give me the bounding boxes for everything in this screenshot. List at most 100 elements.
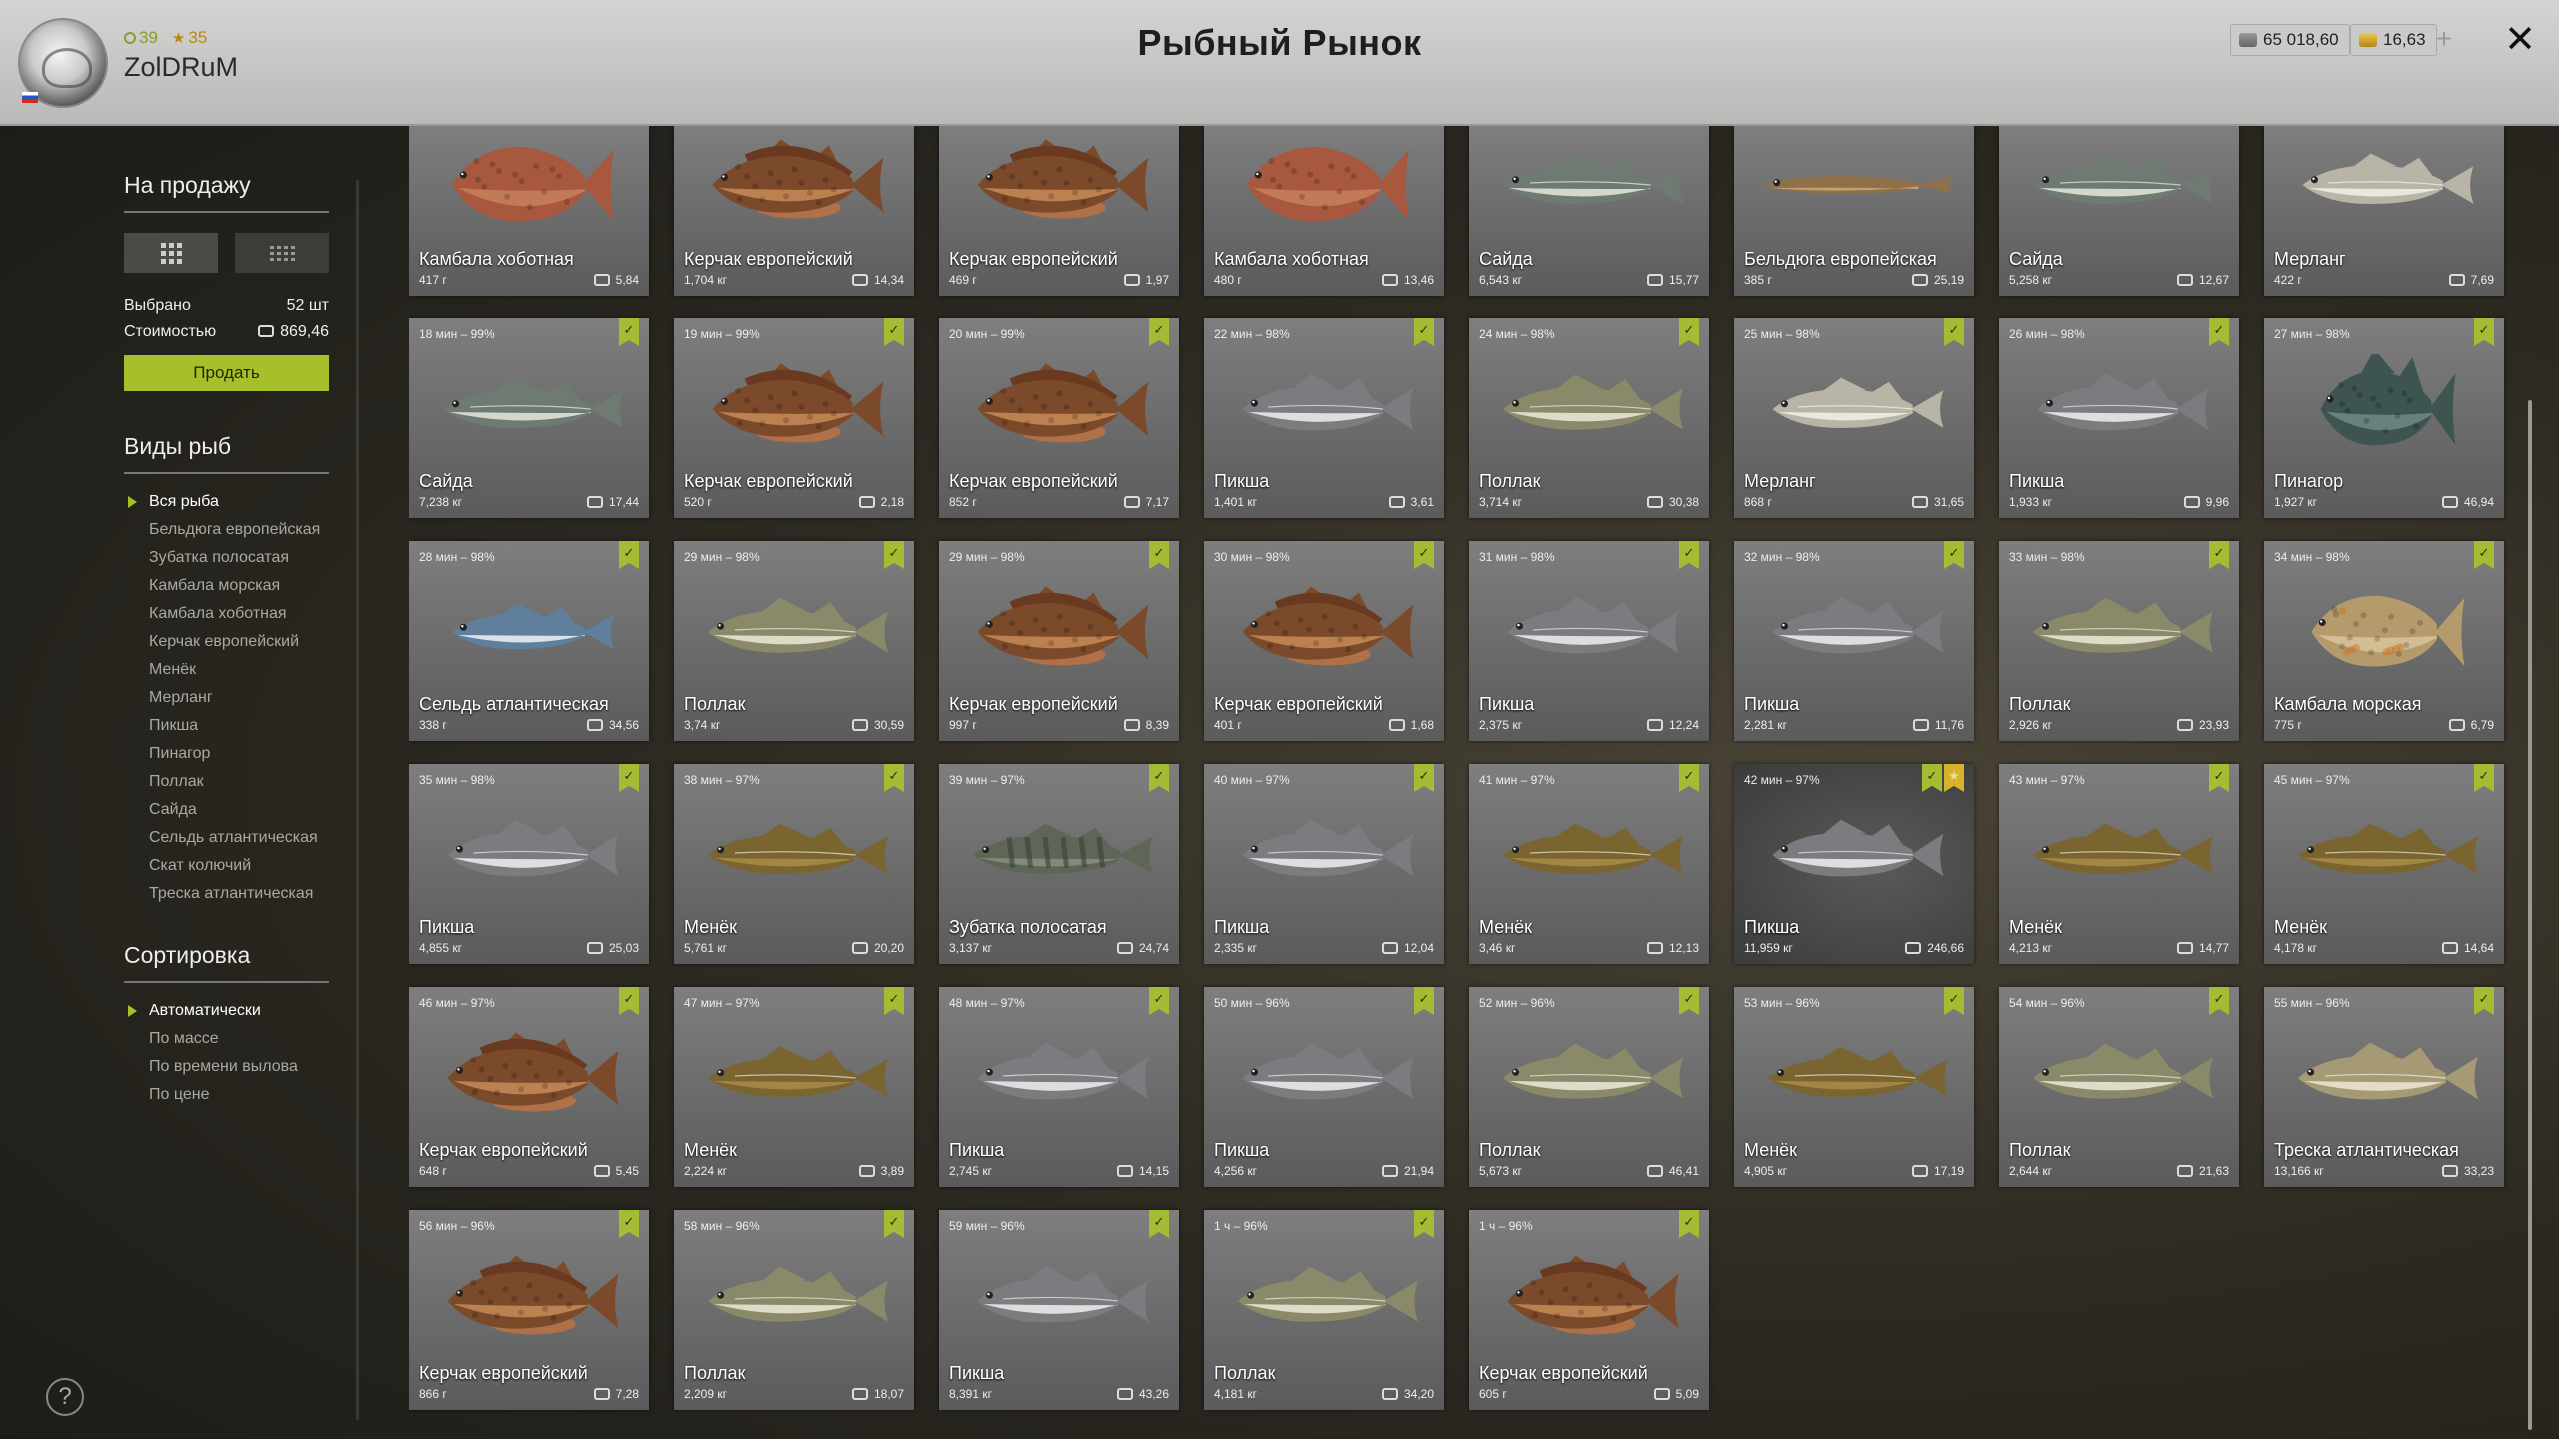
selected-check-icon[interactable]: ✓	[619, 1210, 639, 1238]
selected-check-icon[interactable]: ✓	[884, 987, 904, 1015]
fish-card[interactable]: 41 мин – 97% ✓ Менёк 3,46 кг 12,13	[1469, 764, 1709, 964]
fish-card[interactable]: 45 мин – 97% ✓ Менёк 4,178 кг 14,64	[2264, 764, 2504, 964]
fish-card[interactable]: 22 мин – 98% ✓ Пикша 1,401 кг 3,61	[1204, 318, 1444, 518]
large-grid-view-button[interactable]	[124, 233, 218, 273]
fish-card[interactable]: 24 мин – 98% ✓ Поллак 3,714 кг 30,38	[1469, 318, 1709, 518]
fish-card[interactable]: Мерланг 422 г 7,69	[2264, 126, 2504, 296]
fish-card[interactable]: 1 ч – 96% ✓ Керчак европейский 605 г 5,09	[1469, 1210, 1709, 1410]
selected-check-icon[interactable]: ✓	[1944, 987, 1964, 1015]
fish-card[interactable]: 29 мин – 98% ✓ Поллак 3,74 кг 30,59	[674, 541, 914, 741]
fish-card[interactable]: 26 мин – 98% ✓ Пикша 1,933 кг 9,96	[1999, 318, 2239, 518]
help-button[interactable]: ?	[46, 1378, 84, 1416]
fish-card[interactable]: 35 мин – 98% ✓ Пикша 4,855 кг 25,03	[409, 764, 649, 964]
fish-card[interactable]: 40 мин – 97% ✓ Пикша 2,335 кг 12,04	[1204, 764, 1444, 964]
fish-card[interactable]: 48 мин – 97% ✓ Пикша 2,745 кг 14,15	[939, 987, 1179, 1187]
fish-card[interactable]: 59 мин – 96% ✓ Пикша 8,391 кг 43,26	[939, 1210, 1179, 1410]
fish-card[interactable]: 28 мин – 98% ✓ Сельдь атлантическая 338 г 34…	[409, 541, 649, 741]
selected-check-icon[interactable]: ✓	[1149, 764, 1169, 792]
species-filter-item[interactable]: Пикша	[124, 712, 329, 740]
fish-card[interactable]: 30 мин – 98% ✓ Керчак европейский 401 г 1,68	[1204, 541, 1444, 741]
fish-card[interactable]: 33 мин – 98% ✓ Поллак 2,926 кг 23,93	[1999, 541, 2239, 741]
species-filter-item[interactable]: Зубатка полосатая	[124, 544, 329, 572]
selected-check-icon[interactable]: ✓	[2474, 318, 2494, 346]
scrollbar[interactable]	[2528, 400, 2532, 1430]
sort-option-item[interactable]: По времени вылова	[124, 1053, 329, 1081]
selected-check-icon[interactable]: ✓	[1679, 318, 1699, 346]
selected-check-icon[interactable]: ✓	[1414, 541, 1434, 569]
fish-card[interactable]: 25 мин – 98% ✓ Мерланг 868 г 31,65	[1734, 318, 1974, 518]
species-filter-item[interactable]: Сельдь атлантическая	[124, 824, 329, 852]
sort-option-item[interactable]: По массе	[124, 1025, 329, 1053]
selected-check-icon[interactable]: ✓	[1944, 541, 1964, 569]
fish-card[interactable]: 50 мин – 96% ✓ Пикша 4,256 кг 21,94	[1204, 987, 1444, 1187]
fish-card[interactable]: 43 мин – 97% ✓ Менёк 4,213 кг 14,77	[1999, 764, 2239, 964]
fish-card[interactable]: 18 мин – 99% ✓ Сайда 7,238 кг 17,44	[409, 318, 649, 518]
selected-check-icon[interactable]: ✓	[2209, 318, 2229, 346]
fish-card[interactable]: 29 мин – 98% ✓ Керчак европейский 997 г 8,39	[939, 541, 1179, 741]
fish-card[interactable]: 58 мин – 96% ✓ Поллак 2,209 кг 18,07	[674, 1210, 914, 1410]
species-filter-item[interactable]: Камбала морская	[124, 572, 329, 600]
selected-check-icon[interactable]: ✓	[619, 318, 639, 346]
species-filter-item[interactable]: Поллак	[124, 768, 329, 796]
fish-card[interactable]: Сайда 6,543 кг 15,77	[1469, 126, 1709, 296]
selected-check-icon[interactable]: ✓	[1922, 764, 1942, 792]
fish-card[interactable]: 42 мин – 97% ✓ ★ Пикша 11,959 кг 246,66	[1734, 764, 1974, 964]
fish-card[interactable]: Камбала хоботная 417 г 5,84	[409, 126, 649, 296]
selected-check-icon[interactable]: ✓	[1414, 987, 1434, 1015]
fish-card[interactable]: 38 мин – 97% ✓ Менёк 5,761 кг 20,20	[674, 764, 914, 964]
fish-card[interactable]: 46 мин – 97% ✓ Керчак европейский 648 г 5,45	[409, 987, 649, 1187]
selected-check-icon[interactable]: ✓	[1679, 541, 1699, 569]
selected-check-icon[interactable]: ✓	[1414, 764, 1434, 792]
small-grid-view-button[interactable]	[235, 233, 329, 273]
add-gold-button[interactable]: +	[2430, 24, 2458, 56]
fish-card[interactable]: 47 мин – 97% ✓ Менёк 2,224 кг 3,89	[674, 987, 914, 1187]
species-filter-item[interactable]: Сайда	[124, 796, 329, 824]
selected-check-icon[interactable]: ✓	[1414, 318, 1434, 346]
sell-button[interactable]: Продать	[124, 355, 329, 391]
fish-card[interactable]: 39 мин – 97% ✓ Зубатка полосатая 3,137 кг 24…	[939, 764, 1179, 964]
fish-card[interactable]: Бельдюга европейская 385 г 25,19	[1734, 126, 1974, 296]
fish-card[interactable]: Камбала хоботная 480 г 13,46	[1204, 126, 1444, 296]
species-filter-item[interactable]: Керчак европейский	[124, 628, 329, 656]
selected-check-icon[interactable]: ✓	[1679, 987, 1699, 1015]
fish-card[interactable]: Сайда 5,258 кг 12,67	[1999, 126, 2239, 296]
selected-check-icon[interactable]: ✓	[884, 764, 904, 792]
fish-card[interactable]: 32 мин – 98% ✓ Пикша 2,281 кг 11,76	[1734, 541, 1974, 741]
selected-check-icon[interactable]: ✓	[1679, 1210, 1699, 1238]
selected-check-icon[interactable]: ✓	[619, 764, 639, 792]
fish-card[interactable]: 54 мин – 96% ✓ Поллак 2,644 кг 21,63	[1999, 987, 2239, 1187]
selected-check-icon[interactable]: ✓	[884, 541, 904, 569]
selected-check-icon[interactable]: ✓	[1149, 1210, 1169, 1238]
fish-card[interactable]: 19 мин – 99% ✓ Керчак европейский 520 г 2,18	[674, 318, 914, 518]
species-filter-item[interactable]: Бельдюга европейская	[124, 516, 329, 544]
sort-option-item[interactable]: Автоматически	[124, 997, 329, 1025]
fish-card[interactable]: 27 мин – 98% ✓ Пинагор 1,927 кг 46,94	[2264, 318, 2504, 518]
fish-card[interactable]: 20 мин – 99% ✓ Керчак европейский 852 г 7,17	[939, 318, 1179, 518]
species-filter-item[interactable]: Треска атлантическая	[124, 880, 329, 908]
fish-card[interactable]: 53 мин – 96% ✓ Менёк 4,905 кг 17,19	[1734, 987, 1974, 1187]
fish-card[interactable]: Керчак европейский 469 г 1,97	[939, 126, 1179, 296]
selected-check-icon[interactable]: ✓	[619, 987, 639, 1015]
selected-check-icon[interactable]: ✓	[2474, 987, 2494, 1015]
selected-check-icon[interactable]: ✓	[1149, 987, 1169, 1015]
selected-check-icon[interactable]: ✓	[2474, 764, 2494, 792]
selected-check-icon[interactable]: ✓	[2209, 764, 2229, 792]
fish-card[interactable]: 56 мин – 96% ✓ Керчак европейский 866 г 7,28	[409, 1210, 649, 1410]
sort-option-item[interactable]: По цене	[124, 1081, 329, 1109]
species-filter-item[interactable]: Вся рыба	[124, 488, 329, 516]
selected-check-icon[interactable]: ✓	[2209, 541, 2229, 569]
selected-check-icon[interactable]: ✓	[2474, 541, 2494, 569]
species-filter-item[interactable]: Скат колючий	[124, 852, 329, 880]
species-filter-item[interactable]: Менёк	[124, 656, 329, 684]
selected-check-icon[interactable]: ✓	[1679, 764, 1699, 792]
selected-check-icon[interactable]: ✓	[884, 318, 904, 346]
selected-check-icon[interactable]: ✓	[884, 1210, 904, 1238]
selected-check-icon[interactable]: ✓	[619, 541, 639, 569]
species-filter-item[interactable]: Пинагор	[124, 740, 329, 768]
fish-card[interactable]: 31 мин – 98% ✓ Пикша 2,375 кг 12,24	[1469, 541, 1709, 741]
selected-check-icon[interactable]: ✓	[2209, 987, 2229, 1015]
fish-card[interactable]: 1 ч – 96% ✓ Поллак 4,181 кг 34,20	[1204, 1210, 1444, 1410]
fish-card[interactable]: 52 мин – 96% ✓ Поллак 5,673 кг 46,41	[1469, 987, 1709, 1187]
fish-card[interactable]: 55 мин – 96% ✓ Треска атлантическая 13,166 …	[2264, 987, 2504, 1187]
fish-card[interactable]: 34 мин – 98% ✓ Камбала морская 775 г 6,79	[2264, 541, 2504, 741]
